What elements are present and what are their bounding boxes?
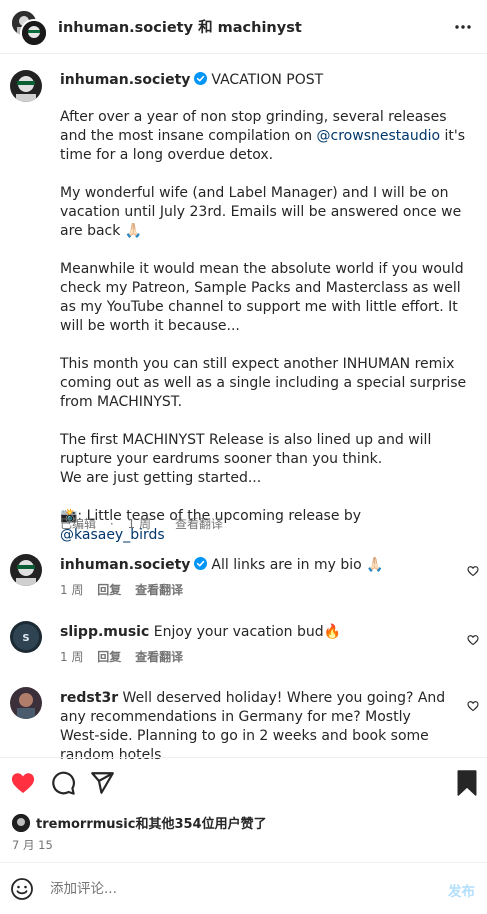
avatar[interactable] xyxy=(10,687,42,719)
comment-meta: 1 周 回复 查看翻译 xyxy=(60,581,183,598)
caption-title: VACATION POST xyxy=(211,72,324,88)
comment-time: 1 周 xyxy=(60,650,84,664)
comment-text: redst3r Well deserved holiday! Where you… xyxy=(60,690,446,763)
heart-outline-icon[interactable] xyxy=(467,562,479,577)
reply-button[interactable]: 回复 xyxy=(97,583,121,597)
comment-meta: 1 周 回复 查看翻译 xyxy=(60,648,183,665)
caption-paragraph: This month you can still expect another … xyxy=(60,356,467,410)
comment-input[interactable] xyxy=(50,877,410,901)
edited-label: 已编辑 · 1 周 xyxy=(60,517,151,531)
caption-body: After over a year of non stop grinding, … xyxy=(60,108,470,545)
see-translation-link[interactable]: 查看翻译 xyxy=(135,583,183,597)
comment-username[interactable]: slipp.music xyxy=(60,624,149,640)
comment-icon[interactable] xyxy=(50,770,76,796)
comment-text: inhuman.society All links are in my bio 🙏… xyxy=(60,557,384,573)
emoji-icon[interactable] xyxy=(10,877,34,901)
heart-outline-icon[interactable] xyxy=(467,631,479,646)
likes-summary[interactable]: tremorrmusic和其他354位用户赞了 xyxy=(12,813,267,832)
post-comment-button[interactable]: 发布 xyxy=(448,880,475,900)
caption-username[interactable]: inhuman.society xyxy=(60,72,190,88)
verified-badge-icon xyxy=(194,557,208,570)
avatar[interactable] xyxy=(20,19,48,47)
svg-text:S: S xyxy=(22,633,29,644)
action-bar xyxy=(0,757,487,807)
caption-paragraph: Meanwhile it would mean the absolute wor… xyxy=(60,261,464,334)
verified-badge-icon xyxy=(194,72,208,85)
avatar[interactable] xyxy=(12,813,30,832)
comment-text: slipp.music Enjoy your vacation bud🔥 xyxy=(60,624,342,640)
see-translation-link[interactable]: 查看翻译 xyxy=(175,517,223,531)
more-icon[interactable] xyxy=(453,17,473,37)
caption-paragraph: After over a year of non stop grinding, … xyxy=(60,109,466,163)
comment-username[interactable]: redst3r xyxy=(60,690,118,706)
post-header: inhuman.society 和 machinyst xyxy=(0,0,487,54)
avatar[interactable] xyxy=(10,70,42,102)
post-date: 7 月 15 xyxy=(12,838,53,852)
caption-paragraph: We are just getting started... xyxy=(60,470,262,486)
post-title[interactable]: inhuman.society 和 machinyst xyxy=(58,16,302,37)
heart-outline-icon[interactable] xyxy=(467,697,479,712)
avatar[interactable] xyxy=(10,554,42,586)
heart-filled-icon[interactable] xyxy=(10,770,36,796)
bookmark-filled-icon[interactable] xyxy=(455,770,481,796)
reply-button[interactable]: 回复 xyxy=(97,650,121,664)
caption-header: inhuman.society VACATION POST xyxy=(60,72,323,88)
avatar[interactable]: S xyxy=(10,621,42,653)
caption-paragraph: The first MACHINYST Release is also line… xyxy=(60,432,432,467)
mention-link[interactable]: @crowsnestaudio xyxy=(317,128,441,144)
share-icon[interactable] xyxy=(89,770,115,796)
collab-avatars[interactable] xyxy=(10,9,48,47)
caption-meta: 已编辑 · 1 周 查看翻译 xyxy=(60,515,233,532)
likes-text[interactable]: tremorrmusic和其他354位用户赞了 xyxy=(36,817,267,832)
comment-time: 1 周 xyxy=(60,583,84,597)
see-translation-link[interactable]: 查看翻译 xyxy=(135,650,183,664)
comment-username[interactable]: inhuman.society xyxy=(60,557,190,573)
caption-paragraph: My wonderful wife (and Label Manager) an… xyxy=(60,185,462,239)
comment-composer: 发布 xyxy=(0,862,487,914)
